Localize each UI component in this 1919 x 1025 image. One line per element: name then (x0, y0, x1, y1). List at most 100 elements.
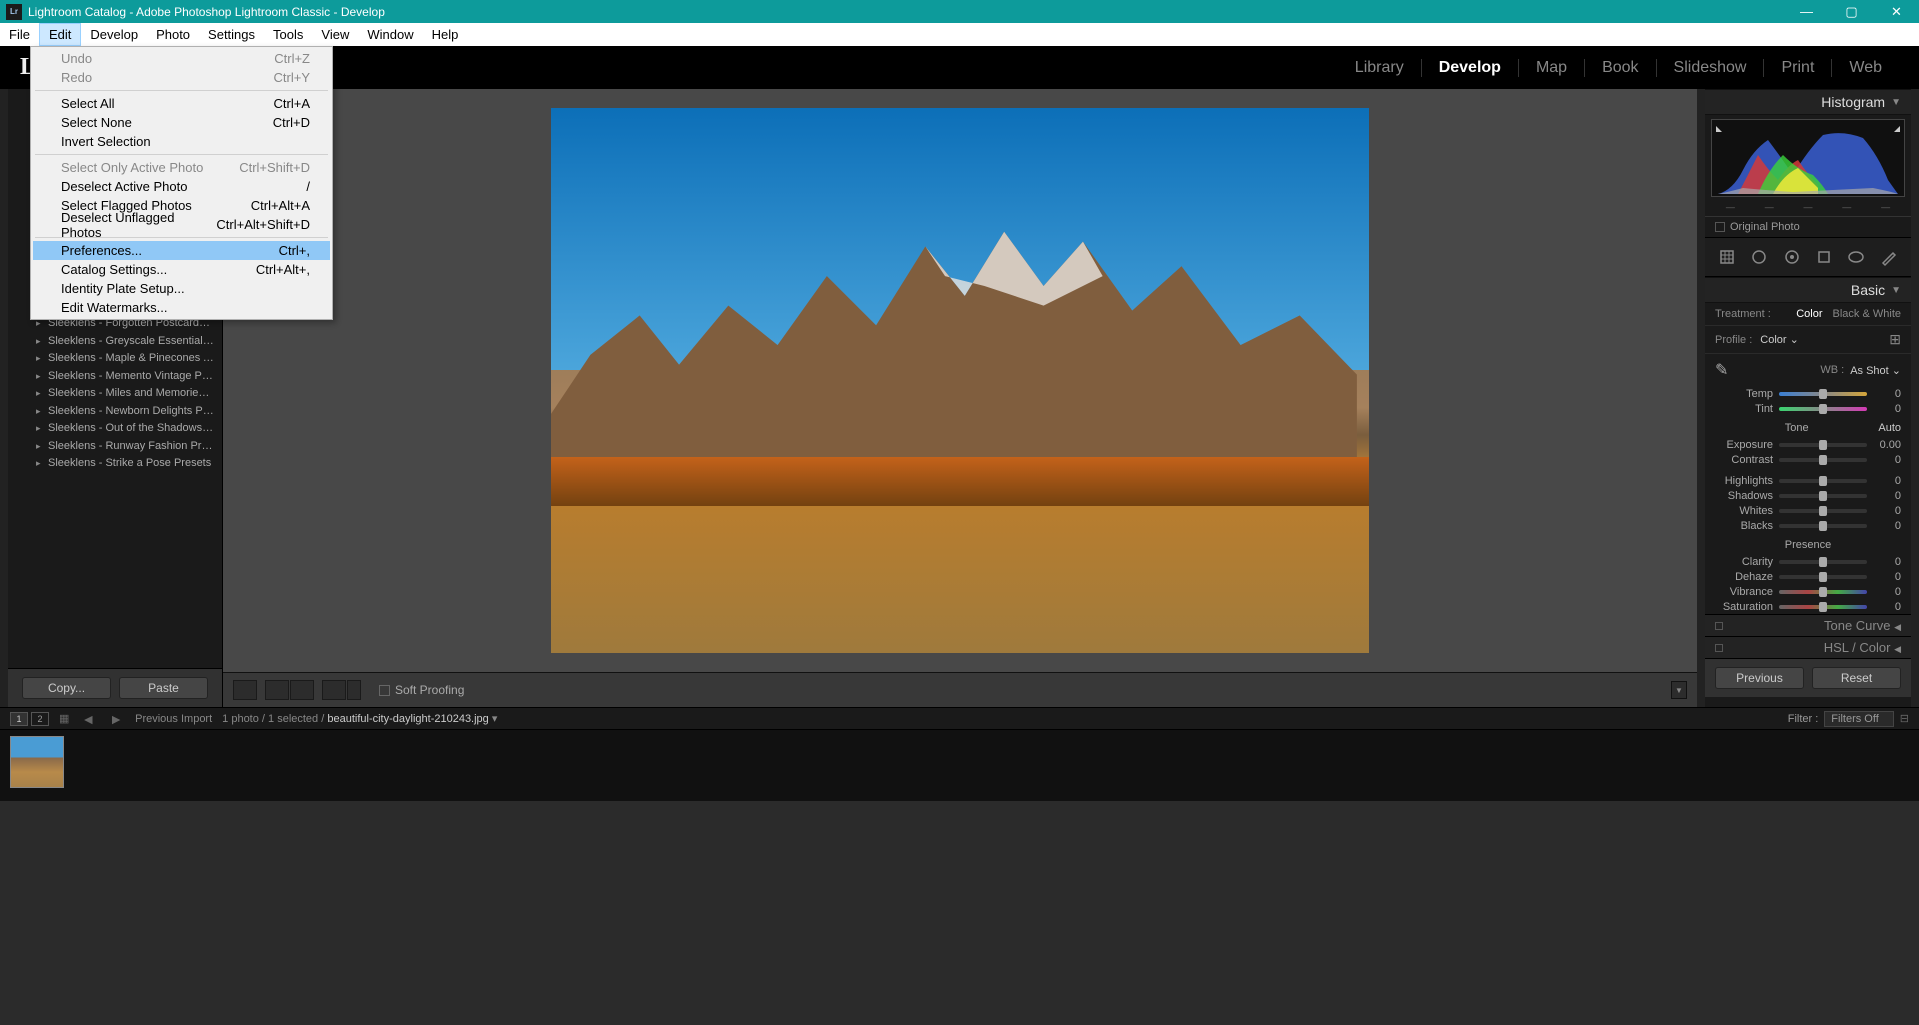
menu-photo[interactable]: Photo (147, 23, 199, 46)
spot-removal-icon[interactable] (1746, 246, 1772, 268)
slider-highlights[interactable]: Highlights0 (1705, 473, 1911, 488)
menu-item-invert-selection[interactable]: Invert Selection (33, 132, 330, 151)
preset-folder[interactable]: Sleeklens - Strike a Pose Presets (8, 455, 222, 473)
slider-vibrance[interactable]: Vibrance0 (1705, 584, 1911, 599)
menu-help[interactable]: Help (423, 23, 468, 46)
preset-folder[interactable]: Sleeklens - Newborn Delights Presets (8, 403, 222, 421)
menu-file[interactable]: File (0, 23, 39, 46)
module-print[interactable]: Print (1763, 59, 1831, 77)
slider-whites[interactable]: Whites0 (1705, 503, 1911, 518)
wb-select[interactable]: As Shot ⌄ (1850, 364, 1901, 377)
tone-curve-panel[interactable]: Tone Curve ◀ (1705, 614, 1911, 636)
filmstrip[interactable] (0, 729, 1919, 801)
menu-item-preferences-[interactable]: Preferences...Ctrl+, (33, 241, 330, 260)
slider-clarity[interactable]: Clarity0 (1705, 554, 1911, 569)
menu-item-select-all[interactable]: Select AllCtrl+A (33, 94, 330, 113)
module-book[interactable]: Book (1584, 59, 1655, 77)
filter-lock-icon[interactable]: ⊟ (1900, 712, 1909, 725)
reset-button[interactable]: Reset (1812, 667, 1901, 689)
slider-tint[interactable]: Tint0 (1705, 401, 1911, 416)
preset-folder[interactable]: Sleeklens - Miles and Memories Tra... (8, 385, 222, 403)
screen-2-button[interactable]: 2 (31, 712, 49, 726)
preset-folder[interactable]: Sleeklens - Maple & Pinecones Autu... (8, 350, 222, 368)
menu-settings[interactable]: Settings (199, 23, 264, 46)
preset-folder[interactable]: Sleeklens - Memento Vintage Presets (8, 368, 222, 386)
nav-fwd-icon[interactable]: ► (107, 711, 125, 727)
filmstrip-thumbnail[interactable] (10, 736, 64, 788)
close-button[interactable]: ✕ (1874, 0, 1919, 23)
auto-button[interactable]: Auto (1878, 422, 1901, 434)
photo-count: 1 photo / 1 selected / beautiful-city-da… (222, 712, 497, 725)
maximize-button[interactable]: ▢ (1829, 0, 1874, 23)
loupe-view-icon[interactable] (233, 680, 257, 700)
slider-blacks[interactable]: Blacks0 (1705, 518, 1911, 533)
before-after-split-icon[interactable] (322, 680, 346, 700)
menu-item-deselect-unflagged-photos[interactable]: Deselect Unflagged PhotosCtrl+Alt+Shift+… (33, 215, 330, 234)
module-develop[interactable]: Develop (1421, 59, 1518, 77)
previous-button[interactable]: Previous (1715, 667, 1804, 689)
window-title: Lightroom Catalog - Adobe Photoshop Ligh… (28, 5, 1784, 19)
slider-exposure[interactable]: Exposure0.00 (1705, 437, 1911, 452)
module-map[interactable]: Map (1518, 59, 1584, 77)
before-after-swap-icon[interactable] (347, 680, 361, 700)
image-canvas[interactable] (223, 89, 1697, 672)
module-web[interactable]: Web (1831, 59, 1899, 77)
histogram-header[interactable]: Histogram ▼ (1705, 89, 1911, 115)
left-panel-collapse[interactable] (0, 89, 8, 707)
filter-select[interactable]: Filters Off (1824, 711, 1893, 727)
checkbox-icon[interactable] (379, 685, 390, 696)
minimize-button[interactable]: — (1784, 0, 1829, 23)
menu-item-edit-watermarks-[interactable]: Edit Watermarks... (33, 298, 330, 317)
profile-select[interactable]: Color ⌄ (1760, 333, 1799, 346)
copy-button[interactable]: Copy... (22, 677, 111, 699)
slider-saturation[interactable]: Saturation0 (1705, 599, 1911, 614)
slider-dehaze[interactable]: Dehaze0 (1705, 569, 1911, 584)
module-slideshow[interactable]: Slideshow (1656, 59, 1764, 77)
menu-develop[interactable]: Develop (81, 23, 147, 46)
menu-item-catalog-settings-[interactable]: Catalog Settings...Ctrl+Alt+, (33, 260, 330, 279)
preset-folder[interactable]: Sleeklens - Runway Fashion Presets (8, 438, 222, 456)
treatment-bw[interactable]: Black & White (1833, 308, 1901, 320)
paste-button[interactable]: Paste (119, 677, 208, 699)
hsl-color-panel[interactable]: HSL / Color ◀ (1705, 636, 1911, 658)
grid-view-icon[interactable]: ▦ (59, 712, 69, 725)
crop-tool-icon[interactable] (1714, 246, 1740, 268)
right-panel-collapse-left[interactable] (1697, 89, 1705, 707)
redeye-tool-icon[interactable] (1779, 246, 1805, 268)
before-after-tb-icon[interactable] (290, 680, 314, 700)
menu-window[interactable]: Window (358, 23, 422, 46)
toolbar-options-dropdown[interactable]: ▼ (1671, 681, 1687, 699)
menu-item-deselect-active-photo[interactable]: Deselect Active Photo/ (33, 177, 330, 196)
profile-browser-icon[interactable]: ⊞ (1889, 331, 1901, 348)
menu-edit[interactable]: Edit (39, 23, 81, 46)
graduated-filter-icon[interactable] (1811, 246, 1837, 268)
nav-back-icon[interactable]: ◄ (79, 711, 97, 727)
right-panel-collapse-right[interactable] (1911, 89, 1919, 707)
soft-proofing-toggle[interactable]: Soft Proofing (379, 683, 464, 697)
profile-label: Profile : (1715, 334, 1752, 346)
before-after-lr-icon[interactable] (265, 680, 289, 700)
tool-strip (1705, 237, 1911, 277)
menu-view[interactable]: View (312, 23, 358, 46)
preset-folder[interactable]: Sleeklens - Out of the Shadows HD... (8, 420, 222, 438)
menu-tools[interactable]: Tools (264, 23, 312, 46)
basic-panel-header[interactable]: Basic ▼ (1705, 277, 1911, 303)
radial-filter-icon[interactable] (1843, 246, 1869, 268)
source-label[interactable]: Previous Import (135, 713, 212, 725)
module-library[interactable]: Library (1338, 59, 1421, 77)
preset-folder[interactable]: Sleeklens - Greyscale Essentials Pres... (8, 333, 222, 351)
screen-1-button[interactable]: 1 (10, 712, 28, 726)
slider-shadows[interactable]: Shadows0 (1705, 488, 1911, 503)
adjustment-brush-icon[interactable] (1876, 246, 1902, 268)
histogram[interactable] (1711, 119, 1905, 197)
menu-item-select-none[interactable]: Select NoneCtrl+D (33, 113, 330, 132)
treatment-color[interactable]: Color (1796, 308, 1822, 320)
wb-row: ✎ WB : As Shot ⌄ (1705, 354, 1911, 386)
menu-item-identity-plate-setup-[interactable]: Identity Plate Setup... (33, 279, 330, 298)
slider-contrast[interactable]: Contrast0 (1705, 452, 1911, 467)
eyedropper-icon[interactable]: ✎ (1715, 360, 1728, 380)
original-photo-toggle[interactable]: Original Photo (1705, 216, 1911, 237)
menubar: FileEditDevelopPhotoSettingsToolsViewWin… (0, 23, 1919, 46)
wb-label: WB : (1820, 364, 1844, 376)
slider-temp[interactable]: Temp0 (1705, 386, 1911, 401)
